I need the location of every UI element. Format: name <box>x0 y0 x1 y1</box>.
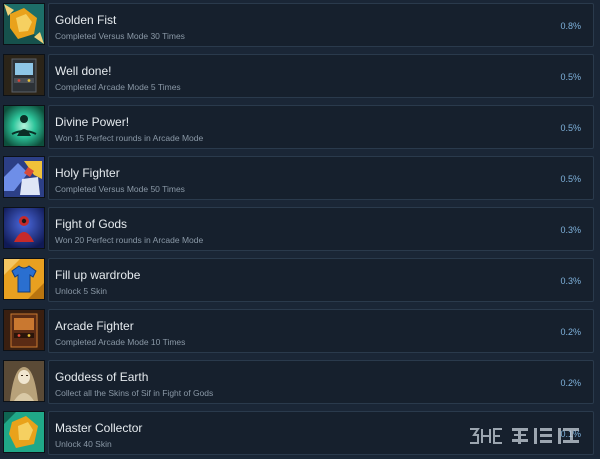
achievement-title: Arcade Fighter <box>55 319 134 333</box>
achievement-row[interactable]: Golden Fist Completed Versus Mode 30 Tim… <box>0 0 600 51</box>
achievement-description: Completed Versus Mode 50 Times <box>55 184 185 194</box>
achievement-row[interactable]: Holy Fighter Completed Versus Mode 50 Ti… <box>0 153 600 204</box>
achievement-description: Completed Arcade Mode 5 Times <box>55 82 181 92</box>
achievement-row[interactable]: Arcade Fighter Completed Arcade Mode 10 … <box>0 306 600 357</box>
achievement-description: Unlock 5 Skin <box>55 286 107 296</box>
achievement-row[interactable]: Divine Power! Won 15 Perfect rounds in A… <box>0 102 600 153</box>
achievement-title: Fight of Gods <box>55 217 127 231</box>
achievement-title: Holy Fighter <box>55 166 120 180</box>
achievement-description: Completed Arcade Mode 10 Times <box>55 337 185 347</box>
achievement-percent: 0.3% <box>560 276 581 286</box>
achievement-panel: Fill up wardrobe Unlock 5 Skin 0.3% <box>48 258 594 302</box>
achievement-percent: 0.5% <box>560 174 581 184</box>
achievement-list: Golden Fist Completed Versus Mode 30 Tim… <box>0 0 600 457</box>
watermark-logo <box>466 421 594 451</box>
holy-fighter-icon <box>3 156 45 198</box>
achievement-title: Golden Fist <box>55 13 116 27</box>
achievement-percent: 0.3% <box>560 225 581 235</box>
achievement-row[interactable]: Goddess of Earth Collect all the Skins o… <box>0 357 600 408</box>
achievement-title: Divine Power! <box>55 115 129 129</box>
golden-fist-icon <box>3 3 45 45</box>
achievement-panel: Divine Power! Won 15 Perfect rounds in A… <box>48 105 594 149</box>
master-collector-icon <box>3 411 45 453</box>
achievement-row[interactable]: Fill up wardrobe Unlock 5 Skin 0.3% <box>0 255 600 306</box>
achievement-description: Won 15 Perfect rounds in Arcade Mode <box>55 133 203 143</box>
divine-power-icon <box>3 105 45 147</box>
achievement-panel: Goddess of Earth Collect all the Skins o… <box>48 360 594 404</box>
achievement-percent: 0.5% <box>560 72 581 82</box>
achievement-row[interactable]: Well done! Completed Arcade Mode 5 Times… <box>0 51 600 102</box>
achievement-description: Won 20 Perfect rounds in Arcade Mode <box>55 235 203 245</box>
achievement-description: Collect all the Skins of Sif in Fight of… <box>55 388 213 398</box>
fight-of-gods-icon <box>3 207 45 249</box>
achievement-percent: 0.8% <box>560 21 581 31</box>
achievement-percent: 0.2% <box>560 378 581 388</box>
shirt-icon <box>3 258 45 300</box>
achievement-panel: Arcade Fighter Completed Arcade Mode 10 … <box>48 309 594 353</box>
achievement-panel: Holy Fighter Completed Versus Mode 50 Ti… <box>48 156 594 200</box>
achievement-title: Fill up wardrobe <box>55 268 140 282</box>
achievement-title: Master Collector <box>55 421 142 435</box>
goddess-icon <box>3 360 45 402</box>
achievement-percent: 0.5% <box>560 123 581 133</box>
achievement-row[interactable]: Fight of Gods Won 20 Perfect rounds in A… <box>0 204 600 255</box>
achievement-title: Well done! <box>55 64 111 78</box>
achievement-panel: Well done! Completed Arcade Mode 5 Times… <box>48 54 594 98</box>
arcade-cabinet-icon <box>3 54 45 96</box>
achievement-panel: Fight of Gods Won 20 Perfect rounds in A… <box>48 207 594 251</box>
achievement-panel: Golden Fist Completed Versus Mode 30 Tim… <box>48 3 594 47</box>
arcade-fighter-icon <box>3 309 45 351</box>
achievement-description: Unlock 40 Skin <box>55 439 112 449</box>
achievement-percent: 0.2% <box>560 327 581 337</box>
achievement-title: Goddess of Earth <box>55 370 148 384</box>
achievement-description: Completed Versus Mode 30 Times <box>55 31 185 41</box>
